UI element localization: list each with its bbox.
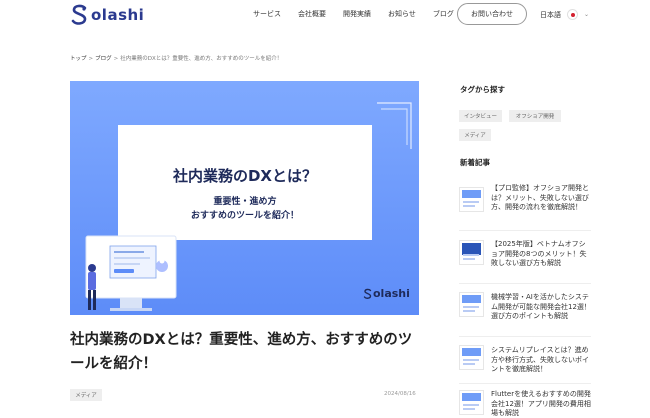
breadcrumb-blog[interactable]: ブログ — [95, 56, 112, 62]
tag-interview[interactable]: インタビュー — [459, 110, 502, 122]
nav-works[interactable]: 開発実績 — [343, 9, 371, 19]
news-thumbnail[interactable] — [459, 240, 484, 265]
nav-blog[interactable]: ブログ — [433, 9, 454, 19]
site-logo[interactable]: olashi — [70, 3, 144, 27]
site-header: olashi サービス 会社概要 開発実績 お知らせ ブログ お問い合わせ 日本… — [0, 0, 650, 32]
divider — [459, 336, 591, 337]
news-item-title[interactable]: 【プロ監修】オフショア開発とは？メリット、失敗しない選び方、開発の流れを徹底解説… — [491, 184, 591, 213]
logo-text: olashi — [91, 6, 145, 24]
main-nav: サービス 会社概要 開発実績 お知らせ ブログ — [253, 9, 471, 19]
news-item-title[interactable]: 機械学習・AIを活かしたシステム開発が可能な開発会社12選！選び方のポイントも解… — [491, 293, 591, 322]
article-tag[interactable]: メディア — [70, 389, 102, 401]
divider — [459, 230, 591, 231]
hero-image: 社内業務のDXとは？ 重要性・進め方 おすすめのツールを紹介！ olashi — [70, 81, 419, 315]
news-item-title[interactable]: システムリプレイスとは？進め方や移行方式、失敗しないポイントを徹底解説！ — [491, 346, 591, 375]
divider — [459, 283, 591, 284]
nav-company[interactable]: 会社概要 — [298, 9, 326, 19]
news-heading: 新着記事 — [460, 158, 490, 167]
article-date: 2024/08/16 — [384, 391, 416, 397]
nav-services[interactable]: サービス — [253, 9, 281, 19]
news-thumbnail[interactable] — [459, 292, 484, 317]
language-selector[interactable]: 日本語 ⌄ — [540, 9, 589, 20]
tag-offshore[interactable]: オフショア開発 — [509, 110, 561, 122]
article-title: 社内業務のDXとは？重要性、進め方、おすすめのツールを紹介！ — [70, 332, 413, 372]
hero-logo-text: olashi — [373, 287, 410, 300]
hero-title: 社内業務のDXとは？ — [172, 167, 318, 185]
hero-logo-s-icon — [363, 288, 372, 299]
divider — [459, 383, 591, 384]
breadcrumb-top[interactable]: トップ — [70, 56, 87, 62]
decorative-corner-lines — [377, 102, 412, 149]
chevron-down-icon: ⌄ — [584, 11, 590, 18]
contact-button[interactable]: お問い合わせ — [457, 3, 527, 25]
breadcrumb-separator: > — [88, 56, 94, 62]
news-item-title[interactable]: Flutterを使えるおすすめの開発会社12選！アプリ開発の費用相場も解説 — [491, 390, 591, 418]
breadcrumb-current: 社内業務のDXとは？重要性、進め方、おすすめのツールを紹介！ — [120, 56, 283, 62]
breadcrumb-separator: > — [113, 56, 119, 62]
news-thumbnail[interactable] — [459, 345, 484, 370]
japan-flag-icon — [567, 9, 578, 20]
hero-card: 社内業務のDXとは？ 重要性・進め方 おすすめのツールを紹介！ — [118, 125, 372, 240]
logo-s-icon — [71, 4, 87, 25]
tag-media[interactable]: メディア — [459, 129, 491, 141]
language-label: 日本語 — [540, 10, 561, 19]
breadcrumb: トップ > ブログ > 社内業務のDXとは？重要性、進め方、おすすめのツールを紹介！ — [70, 54, 282, 62]
hero-logo: olashi — [363, 287, 410, 300]
news-item-title[interactable]: 【2025年版】ベトナムオフショア開発の8つのメリット！失敗しない選び方も解説 — [491, 240, 591, 269]
hero-subtitle-line2: おすすめのツールを紹介！ — [190, 211, 299, 221]
nav-news[interactable]: お知らせ — [388, 9, 416, 19]
news-thumbnail[interactable] — [459, 187, 484, 212]
news-thumbnail[interactable] — [459, 390, 484, 415]
tags-heading: タグから探す — [460, 85, 505, 94]
monitor-illustration-icon — [85, 235, 177, 311]
hero-subtitle-line1: 重要性・進め方 — [213, 197, 277, 207]
